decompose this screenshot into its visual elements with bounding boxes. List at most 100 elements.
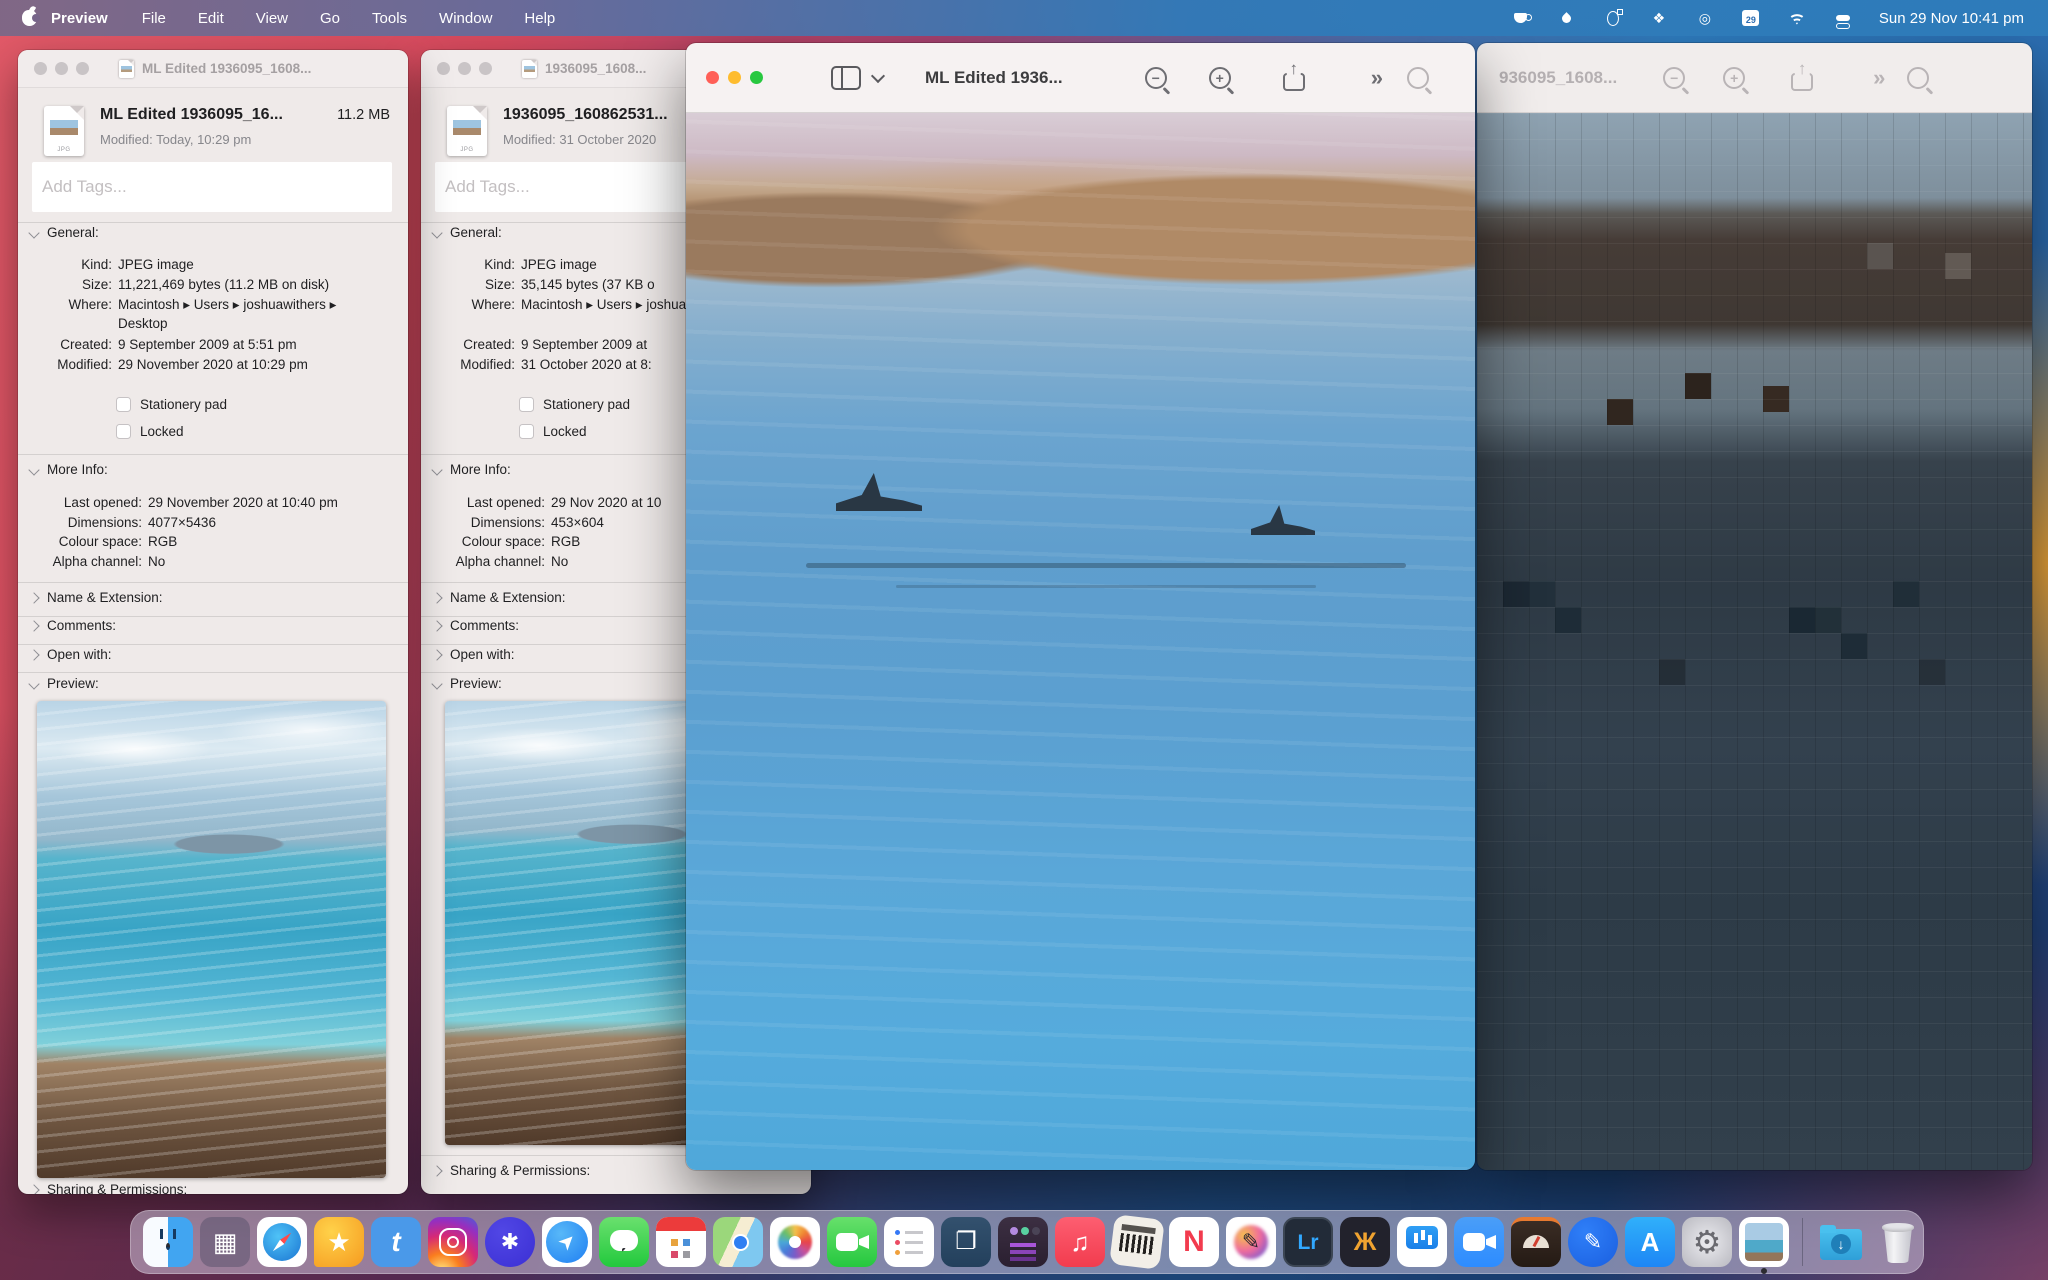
minimize-icon[interactable]: [458, 62, 471, 75]
dock-system-preferences[interactable]: ⚙: [1682, 1217, 1732, 1267]
info1-titlebar[interactable]: ML Edited 1936095_1608...: [18, 50, 408, 88]
close-icon[interactable]: [706, 71, 719, 84]
dock-twitter[interactable]: t: [371, 1217, 421, 1267]
zoom-window-icon[interactable]: [479, 62, 492, 75]
dock-safari[interactable]: [257, 1217, 307, 1267]
dock-pixelmator[interactable]: ✎: [1226, 1217, 1276, 1267]
disclosure-closed-icon[interactable]: [431, 620, 442, 631]
dock-music[interactable]: ♫: [1055, 1217, 1105, 1267]
menu-clock[interactable]: Sun 29 Nov 10:41 pm: [1879, 10, 2024, 27]
open-with-section-header[interactable]: Open with:: [30, 647, 112, 662]
dock-photos[interactable]: [770, 1217, 820, 1267]
disclosure-open-icon[interactable]: [431, 464, 442, 475]
dock-navigation-app[interactable]: ➤: [542, 1217, 592, 1267]
dock-window-manager[interactable]: ❐: [941, 1217, 991, 1267]
dock-downloads[interactable]: ↓: [1816, 1217, 1866, 1267]
zoom-in-icon[interactable]: +: [1723, 67, 1745, 89]
zoom-out-icon[interactable]: −: [1663, 67, 1685, 89]
share-icon[interactable]: [1791, 65, 1813, 91]
menu-file[interactable]: File: [142, 10, 166, 27]
preview-toolbar[interactable]: ML Edited 1936... − + »: [686, 43, 1475, 113]
preview-section-header[interactable]: Preview:: [30, 676, 99, 691]
wifi-icon[interactable]: [1787, 8, 1807, 28]
disclosure-closed-icon[interactable]: [28, 649, 39, 660]
disclosure-closed-icon[interactable]: [431, 649, 442, 660]
dock-messages[interactable]: [599, 1217, 649, 1267]
capture-ring-icon[interactable]: [1603, 8, 1623, 28]
close-icon[interactable]: [34, 62, 47, 75]
apple-menu-icon[interactable]: [22, 10, 37, 26]
minimize-icon[interactable]: [728, 71, 741, 84]
dock-maps[interactable]: [713, 1217, 763, 1267]
comments-section-header[interactable]: Comments:: [30, 618, 116, 633]
menu-view[interactable]: View: [256, 10, 288, 27]
dock-keynote[interactable]: [1397, 1217, 1447, 1267]
locked-checkbox[interactable]: [116, 424, 131, 439]
dock-drafts[interactable]: ✎: [1568, 1217, 1618, 1267]
minimize-icon[interactable]: [55, 62, 68, 75]
comments-section-header[interactable]: Comments:: [433, 618, 519, 633]
dock-launchpad[interactable]: ▦: [200, 1217, 250, 1267]
dock-reminders[interactable]: [884, 1217, 934, 1267]
sharing-section-header[interactable]: Sharing & Permissions:: [433, 1163, 590, 1178]
dropbox-icon[interactable]: ❖: [1649, 8, 1669, 28]
disclosure-open-icon[interactable]: [28, 464, 39, 475]
calendar-icon[interactable]: 29: [1741, 8, 1761, 28]
dock-facetime[interactable]: [827, 1217, 877, 1267]
disclosure-closed-icon[interactable]: [28, 620, 39, 631]
zoom-window-icon[interactable]: [750, 71, 763, 84]
name-extension-section-header[interactable]: Name & Extension:: [30, 590, 163, 605]
ink-droplet-icon[interactable]: [1557, 8, 1577, 28]
toolbar-overflow-icon[interactable]: »: [1371, 65, 1383, 91]
locked-checkbox[interactable]: [519, 424, 534, 439]
more-info-section-header[interactable]: More Info:: [30, 462, 108, 477]
backup-disc-icon[interactable]: ◎: [1695, 8, 1715, 28]
dock-instagram[interactable]: [428, 1217, 478, 1267]
disclosure-closed-icon[interactable]: [431, 592, 442, 603]
menu-app-name[interactable]: Preview: [51, 10, 108, 27]
disclosure-closed-icon[interactable]: [28, 592, 39, 603]
menu-tools[interactable]: Tools: [372, 10, 407, 27]
search-icon[interactable]: [1907, 67, 1929, 89]
dock-preview-app[interactable]: [1739, 1217, 1789, 1267]
close-icon[interactable]: [437, 62, 450, 75]
caffeinate-cup-icon[interactable]: [1511, 8, 1531, 28]
dock-hand-mirror[interactable]: ✱: [485, 1217, 535, 1267]
dock-fantastical[interactable]: [656, 1217, 706, 1267]
dock-ulysses[interactable]: Ж: [1340, 1217, 1390, 1267]
background-window-toolbar[interactable]: 936095_1608... − + »: [1477, 43, 2032, 113]
toolbar-overflow-icon[interactable]: »: [1873, 65, 1885, 91]
stationery-pad-checkbox[interactable]: [519, 397, 534, 412]
dock-trash[interactable]: [1873, 1217, 1923, 1267]
disclosure-open-icon[interactable]: [431, 227, 442, 238]
control-toggles-icon[interactable]: [1833, 8, 1853, 28]
dock-lightroom[interactable]: Lr: [1283, 1217, 1333, 1267]
name-extension-section-header[interactable]: Name & Extension:: [433, 590, 566, 605]
preview-section-header[interactable]: Preview:: [433, 676, 502, 691]
dock-ferrite[interactable]: [998, 1217, 1048, 1267]
disclosure-closed-icon[interactable]: [28, 1184, 39, 1194]
menu-help[interactable]: Help: [524, 10, 555, 27]
menu-go[interactable]: Go: [320, 10, 340, 27]
disclosure-closed-icon[interactable]: [431, 1165, 442, 1176]
menu-edit[interactable]: Edit: [198, 10, 224, 27]
stationery-pad-checkbox[interactable]: [116, 397, 131, 412]
dock-zoom[interactable]: [1454, 1217, 1504, 1267]
dock-finder[interactable]: [143, 1217, 193, 1267]
zoom-in-icon[interactable]: +: [1209, 67, 1231, 89]
sidebar-toggle-icon[interactable]: [831, 66, 861, 90]
dock-halftone-news[interactable]: [1109, 1214, 1165, 1270]
search-icon[interactable]: [1407, 67, 1429, 89]
menu-window[interactable]: Window: [439, 10, 492, 27]
open-with-section-header[interactable]: Open with:: [433, 647, 515, 662]
dock-micro-blog[interactable]: ★: [314, 1217, 364, 1267]
add-tags-input[interactable]: [32, 162, 392, 212]
disclosure-open-icon[interactable]: [28, 227, 39, 238]
zoom-out-icon[interactable]: −: [1145, 67, 1167, 89]
general-section-header[interactable]: General:: [30, 225, 99, 240]
general-section-header[interactable]: General:: [433, 225, 502, 240]
sharing-section-header[interactable]: Sharing & Permissions:: [30, 1182, 187, 1194]
share-icon[interactable]: [1283, 65, 1305, 91]
zoom-window-icon[interactable]: [76, 62, 89, 75]
disclosure-open-icon[interactable]: [431, 678, 442, 689]
